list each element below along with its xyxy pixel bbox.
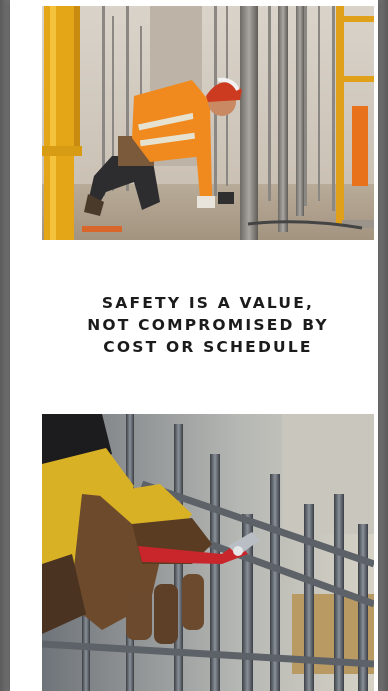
construction-worker-photo bbox=[42, 6, 374, 240]
headline-line-3: COST OR SCHEDULE bbox=[103, 338, 313, 356]
headline-line-1: SAFETY IS A VALUE, bbox=[101, 294, 315, 312]
rebar-gloves-pliers-photo bbox=[42, 414, 374, 691]
safety-headline: SAFETY IS A VALUE, NOT COMPROMISED BY CO… bbox=[42, 292, 374, 358]
headline-line-2: NOT COMPROMISED BY bbox=[87, 316, 329, 334]
construction-worker-illustration bbox=[42, 6, 374, 240]
rebar-gloves-illustration bbox=[42, 414, 374, 691]
document-page: SAFETY IS A VALUE, NOT COMPROMISED BY CO… bbox=[10, 0, 378, 691]
